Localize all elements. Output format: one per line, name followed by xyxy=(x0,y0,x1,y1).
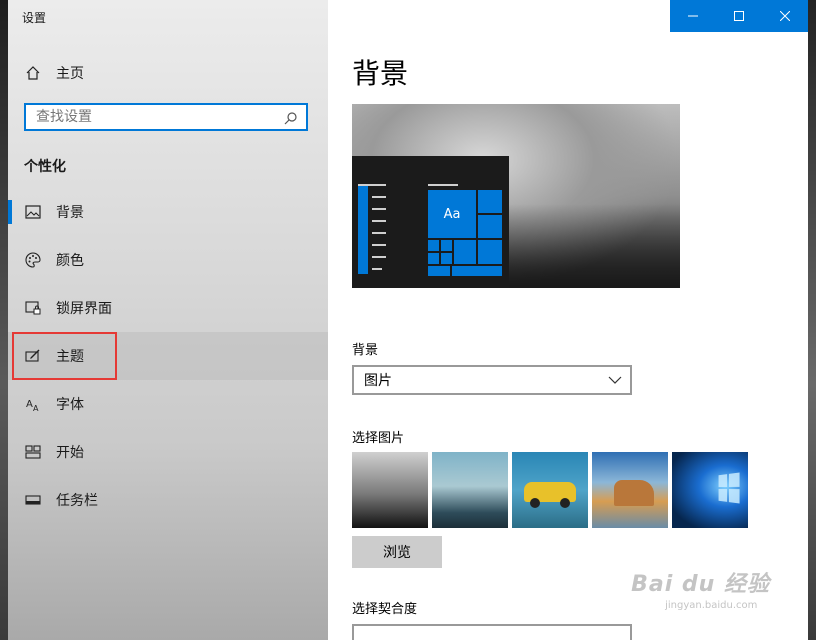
watermark-logo: Bai du 经验 xyxy=(631,572,770,597)
preview-line xyxy=(372,268,382,270)
svg-text:A: A xyxy=(33,404,39,412)
home-icon xyxy=(24,64,42,82)
picture-thumbnail-paraglider[interactable] xyxy=(432,452,508,528)
maximize-icon xyxy=(734,11,744,21)
minimize-button[interactable] xyxy=(670,0,716,32)
sidebar-item-lock-screen[interactable]: 锁屏界面 xyxy=(8,284,328,332)
watermark-url: jingyan.baidu.com xyxy=(665,600,758,611)
svg-text:A: A xyxy=(26,399,33,410)
minimize-icon xyxy=(688,15,698,17)
picture-thumbnails xyxy=(352,452,748,528)
browse-button[interactable]: 浏览 xyxy=(352,536,442,568)
maximize-button[interactable] xyxy=(716,0,762,32)
title-bar[interactable] xyxy=(328,0,808,32)
windows-logo-icon xyxy=(718,472,740,504)
rock-shape xyxy=(614,480,654,506)
preview-tile xyxy=(428,266,450,276)
picture-thumbnail-beach-rock[interactable] xyxy=(592,452,668,528)
preview-app-list xyxy=(358,184,368,274)
preview-line xyxy=(372,196,386,198)
preview-tile xyxy=(478,240,502,264)
content-pane: 背景 Aa 背景 图片 选择图片 浏览 选择契合度 Bai du 经验 jing… xyxy=(328,0,808,640)
preview-start-menu: Aa xyxy=(352,156,509,288)
page-title: 背景 xyxy=(352,57,409,90)
picture-thumbnail-windows-hero[interactable] xyxy=(672,452,748,528)
preview-tile xyxy=(441,253,452,264)
font-icon: AA xyxy=(24,395,42,413)
search-input[interactable] xyxy=(26,105,296,129)
preview-line xyxy=(372,256,386,258)
sidebar-item-colors[interactable]: 颜色 xyxy=(8,236,328,284)
desktop-right-edge xyxy=(808,0,816,640)
window-controls xyxy=(670,0,808,32)
sidebar-item-fonts[interactable]: AA 字体 xyxy=(8,380,328,428)
preview-line xyxy=(358,184,386,186)
nav-home[interactable]: 主页 xyxy=(8,56,328,90)
selected-indicator xyxy=(8,200,12,224)
choose-picture-label: 选择图片 xyxy=(352,431,405,446)
fit-dropdown[interactable] xyxy=(352,624,632,640)
watermark: Bai du 经验 jingyan.baidu.com xyxy=(631,566,770,611)
sidebar-item-label: 字体 xyxy=(56,397,84,413)
close-icon xyxy=(780,11,790,21)
sidebar-item-label: 颜色 xyxy=(56,253,84,269)
car-wheel xyxy=(560,498,570,508)
background-type-label: 背景 xyxy=(352,343,379,358)
nav-home-label: 主页 xyxy=(56,66,84,82)
sidebar-item-label: 开始 xyxy=(56,445,84,461)
car-wheel xyxy=(530,498,540,508)
section-title: 个性化 xyxy=(24,159,66,175)
preview-forest xyxy=(502,204,680,288)
settings-sidebar: 设置 主页 个性化 背景 颜色 锁屏界面 主题 xyxy=(8,0,328,640)
picture-thumbnail-yellow-car[interactable] xyxy=(512,452,588,528)
sidebar-item-taskbar[interactable]: 任务栏 xyxy=(8,476,328,524)
preview-line xyxy=(428,184,458,186)
preview-tile xyxy=(428,240,439,251)
preview-line xyxy=(372,232,386,234)
search-box[interactable] xyxy=(24,103,308,131)
sidebar-item-start[interactable]: 开始 xyxy=(8,428,328,476)
picture-icon xyxy=(24,203,42,221)
background-type-dropdown[interactable]: 图片 xyxy=(352,365,632,395)
preview-tile xyxy=(428,253,439,264)
sidebar-item-background[interactable]: 背景 xyxy=(8,188,328,236)
preview-line xyxy=(372,244,386,246)
palette-icon xyxy=(24,251,42,269)
choose-fit-label: 选择契合度 xyxy=(352,602,418,617)
lock-screen-icon xyxy=(24,299,42,317)
search-icon[interactable] xyxy=(284,110,298,125)
start-icon xyxy=(24,443,42,461)
taskbar-icon xyxy=(24,491,42,509)
preview-line xyxy=(372,208,386,210)
sidebar-item-label: 任务栏 xyxy=(56,493,98,509)
preview-tile xyxy=(452,266,502,276)
preview-tile xyxy=(454,240,476,264)
chevron-down-icon xyxy=(608,376,622,384)
dropdown-value: 图片 xyxy=(364,373,392,389)
close-button[interactable] xyxy=(762,0,808,32)
desktop-left-edge xyxy=(0,0,8,640)
preview-tile-aa: Aa xyxy=(428,190,476,238)
sidebar-item-label: 锁屏界面 xyxy=(56,301,112,317)
preview-tile xyxy=(478,190,502,213)
highlight-box xyxy=(12,332,117,380)
preview-tile xyxy=(441,240,452,251)
preview-line xyxy=(372,220,386,222)
window-title: 设置 xyxy=(22,11,47,25)
background-preview: Aa xyxy=(352,104,680,288)
preview-tile xyxy=(478,215,502,238)
sidebar-item-label: 背景 xyxy=(56,205,84,221)
picture-thumbnail-foggy-forest[interactable] xyxy=(352,452,428,528)
